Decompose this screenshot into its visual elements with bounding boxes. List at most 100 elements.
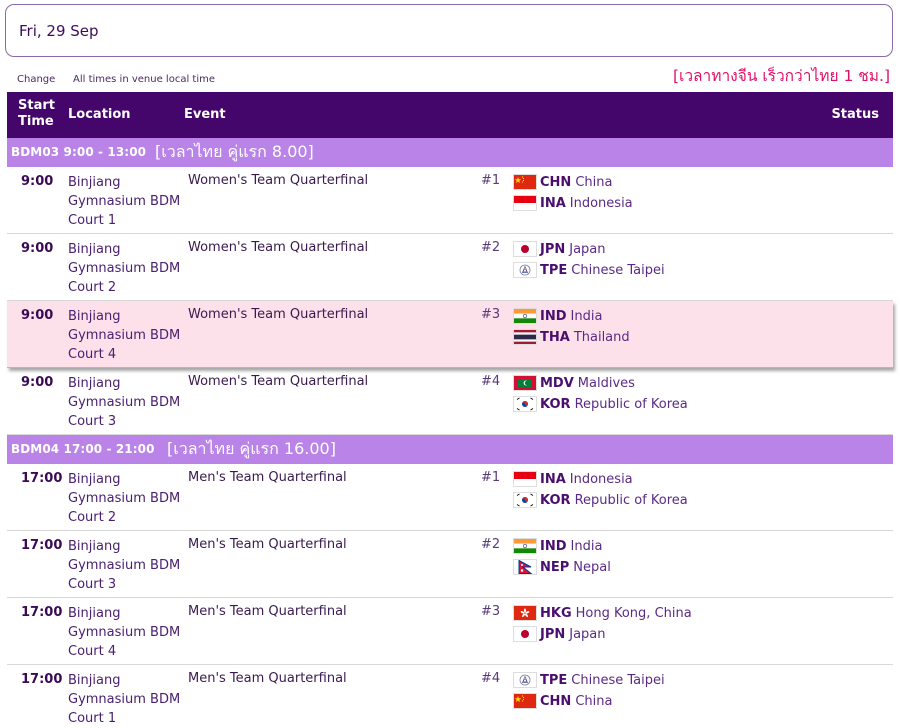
start-time: 9:00 [21,174,54,189]
team-name: India [570,308,603,324]
team-name: India [570,538,603,554]
chn-flag-icon [513,693,537,709]
timezone-label: All times in venue local time [73,74,216,85]
event-name: Women's Team Quarterfinal [188,240,369,255]
team-code: HKG [540,605,572,621]
team-code: TPE [540,672,568,688]
hkg-flag-icon [513,605,537,621]
team-code: INA [540,471,566,487]
column-header-location: Location [68,107,131,122]
event-name: Women's Team Quarterfinal [188,173,369,188]
schedule-groups: BDM03 9:00 - 13:00 [เวลาไทย คู่แรก 8.00] 9… [7,138,893,728]
team-code: MDV [540,375,574,391]
team-entry[interactable]: INA Indonesia [513,470,633,488]
table-row[interactable]: 17:00 Binjiang Gymnasium BDM Court 3 Men's… [7,531,893,598]
table-header: Start Time Location Event Status [7,92,893,138]
timezone-bar: Change All times in venue local time [17,74,215,85]
team-code: CHN [540,693,572,709]
start-time: 17:00 [21,605,63,620]
team-name: Nepal [573,559,611,575]
team-entry[interactable]: TPE Chinese Taipei [513,261,665,279]
tpe-flag-icon [513,672,537,688]
team-code: NEP [540,559,570,575]
start-time-line2: Time [18,114,54,129]
start-time: 9:00 [21,375,54,390]
ind-flag-icon [513,538,537,554]
ina-flag-icon [513,471,537,487]
team-name: Thailand [573,329,630,345]
table-row[interactable]: 9:00 Binjiang Gymnasium BDM Court 2 Women'… [7,234,893,301]
team-code: KOR [540,492,571,508]
session-code: BDM03 9:00 - 13:00 [11,145,147,159]
event-name: Men's Team Quarterfinal [188,470,347,485]
column-header-status: Status [831,107,879,122]
match-number: #2 [481,240,501,255]
location: Binjiang Gymnasium BDM Court 4 [68,606,181,659]
team-name: Chinese Taipei [571,672,665,688]
table-row[interactable]: 9:00 Binjiang Gymnasium BDM Court 3 Women'… [7,368,893,435]
team-entry[interactable]: IND India [513,307,602,325]
column-header-event: Event [184,107,226,122]
date-label: Fri, 29 Sep [19,21,99,40]
start-time-line1: Start [18,98,55,113]
kor-flag-icon [513,396,537,412]
start-time: 17:00 [21,672,63,687]
team-entry[interactable]: NEP Nepal [513,558,611,576]
team-entry[interactable]: TPE Chinese Taipei [513,671,665,689]
team-entry[interactable]: CHN China [513,692,612,710]
location: Binjiang Gymnasium BDM Court 4 [68,309,181,362]
team-code: TPE [540,262,568,278]
session-thai-time-note: [เวลาไทย คู่แรก 8.00] [155,142,314,161]
team-name: Maldives [577,375,635,391]
team-entry[interactable]: IND India [513,537,602,555]
tha-flag-icon [513,329,537,345]
team-name: Republic of Korea [574,492,688,508]
team-entry[interactable]: KOR Republic of Korea [513,491,688,509]
column-header-start-time: Start Time [18,98,55,130]
event-name: Men's Team Quarterfinal [188,604,347,619]
team-entry[interactable]: JPN Japan [513,240,606,258]
team-name: Chinese Taipei [571,262,665,278]
team-name: China [575,693,613,709]
team-code: JPN [540,241,566,257]
event-name: Women's Team Quarterfinal [188,307,369,322]
team-code: IND [540,538,567,554]
match-number: #1 [481,470,501,485]
team-entry[interactable]: JPN Japan [513,625,606,643]
thai-time-note: [เวลาทางจีน เร็วกว่าไทย 1 ชม.] [673,67,890,85]
table-row[interactable]: 9:00 Binjiang Gymnasium BDM Court 1 Women'… [7,167,893,234]
team-entry[interactable]: MDV Maldives [513,374,635,392]
team-code: JPN [540,626,566,642]
team-code: THA [540,329,570,345]
table-row[interactable]: 17:00 Binjiang Gymnasium BDM Court 2 Men's… [7,464,893,531]
location: Binjiang Gymnasium BDM Court 3 [68,376,181,429]
table-row[interactable]: 9:00 Binjiang Gymnasium BDM Court 4 Women'… [7,301,893,368]
event-name: Women's Team Quarterfinal [188,374,369,389]
schedule-table: Start Time Location Event Status BDM03 9… [7,92,893,728]
kor-flag-icon [513,492,537,508]
tpe-flag-icon [513,262,537,278]
table-row[interactable]: 17:00 Binjiang Gymnasium BDM Court 1 Men's… [7,665,893,728]
team-entry[interactable]: KOR Republic of Korea [513,395,688,413]
start-time: 17:00 [21,538,63,553]
team-name: Japan [569,626,606,642]
team-code: CHN [540,174,572,190]
team-entry[interactable]: INA Indonesia [513,194,633,212]
team-name: China [575,174,613,190]
location: Binjiang Gymnasium BDM Court 2 [68,472,181,525]
team-name: Indonesia [569,471,633,487]
change-timezone-link[interactable]: Change [17,74,55,85]
session-thai-time-note: [เวลาไทย คู่แรก 16.00] [167,439,336,458]
match-number: #3 [481,307,501,322]
team-entry[interactable]: THA Thailand [513,328,630,346]
match-number: #1 [481,173,501,188]
start-time: 9:00 [21,308,54,323]
table-row[interactable]: 17:00 Binjiang Gymnasium BDM Court 4 Men's… [7,598,893,665]
ind-flag-icon [513,308,537,324]
team-name: Japan [569,241,606,257]
date-selector[interactable]: Fri, 29 Sep [5,4,893,57]
match-number: #4 [481,374,501,389]
team-entry[interactable]: HKG Hong Kong, China [513,604,692,622]
chn-flag-icon [513,174,537,190]
team-entry[interactable]: CHN China [513,173,612,191]
